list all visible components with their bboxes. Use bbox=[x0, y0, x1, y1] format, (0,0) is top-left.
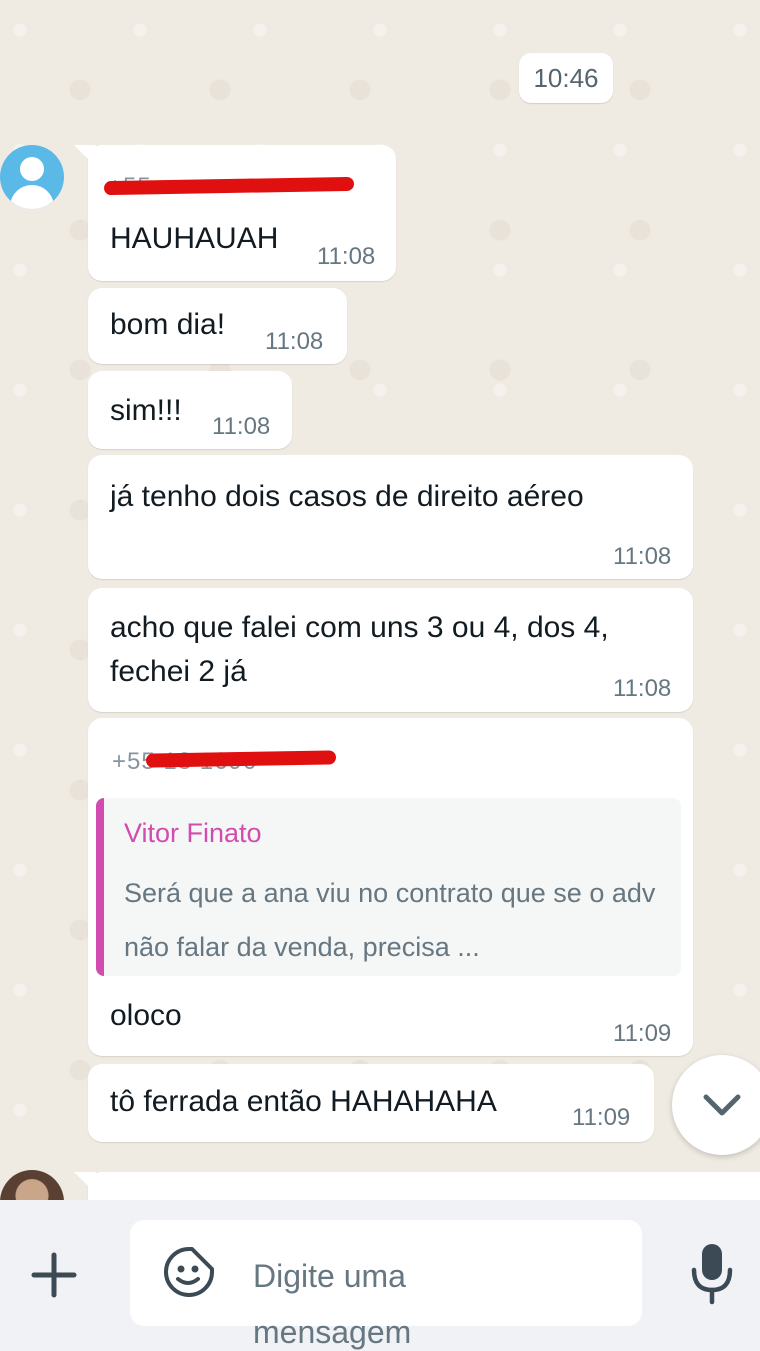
message-text: sim!!! bbox=[110, 394, 182, 427]
plus-icon[interactable] bbox=[24, 1245, 84, 1305]
message-text: tô ferrada então HAHAHAHA bbox=[110, 1085, 497, 1118]
quoted-message[interactable]: Vitor Finato Será que a ana viu no contr… bbox=[96, 798, 681, 976]
message-time: 11:08 bbox=[265, 328, 324, 355]
message-text: acho que falei com uns 3 ou 4, dos 4, fe… bbox=[110, 611, 609, 688]
message-bubble[interactable]: já tenho dois casos de direito aéreo 11:… bbox=[88, 455, 693, 579]
message-bubble-with-reply[interactable]: +55 18 1696 Vitor Finato Será que a ana … bbox=[88, 718, 693, 1056]
quoted-text: Será que a ana viu no contrato que se o … bbox=[124, 878, 656, 962]
message-bubble-partial[interactable] bbox=[88, 1172, 760, 1200]
quoted-sender-name: Vitor Finato bbox=[124, 818, 262, 848]
chevron-down-icon bbox=[703, 1094, 741, 1116]
message-bubble[interactable]: tô ferrada então HAHAHAHA 11:09 bbox=[88, 1064, 654, 1142]
message-bubble[interactable]: sim!!! 11:08 bbox=[88, 371, 292, 449]
message-input-placeholder: Digite uma mensagem bbox=[253, 1258, 412, 1350]
message-time: 11:08 bbox=[317, 243, 376, 270]
message-bubble[interactable]: acho que falei com uns 3 ou 4, dos 4, fe… bbox=[88, 588, 693, 712]
redaction-mark bbox=[145, 750, 337, 768]
message-time: 11:08 bbox=[212, 413, 271, 440]
message-time: 11:09 bbox=[613, 1020, 672, 1047]
sticker-icon[interactable] bbox=[162, 1245, 216, 1299]
date-divider: 10:46 bbox=[519, 53, 613, 103]
contact-avatar-default-icon[interactable] bbox=[0, 145, 64, 209]
message-text: oloco bbox=[110, 999, 182, 1032]
redaction-mark bbox=[103, 176, 355, 196]
message-time: 11:08 bbox=[613, 543, 672, 570]
message-bubble[interactable]: bom dia! 11:08 bbox=[88, 288, 347, 364]
message-time: 11:08 bbox=[613, 675, 672, 702]
contact-avatar[interactable] bbox=[0, 1170, 64, 1200]
message-bubble[interactable]: +55 HAUHAUAH 11:08 bbox=[88, 145, 396, 281]
microphone-icon[interactable] bbox=[686, 1240, 738, 1306]
message-text: bom dia! bbox=[110, 308, 226, 341]
message-time: 11:09 bbox=[572, 1104, 631, 1131]
message-text: já tenho dois casos de direito aéreo bbox=[110, 480, 584, 513]
chat-panel: 10:46 +55 HAUHAUAH 11:08 bom dia! 11:08 … bbox=[0, 0, 760, 1200]
message-text: HAUHAUAH bbox=[110, 222, 279, 255]
quote-accent-bar bbox=[96, 798, 104, 976]
